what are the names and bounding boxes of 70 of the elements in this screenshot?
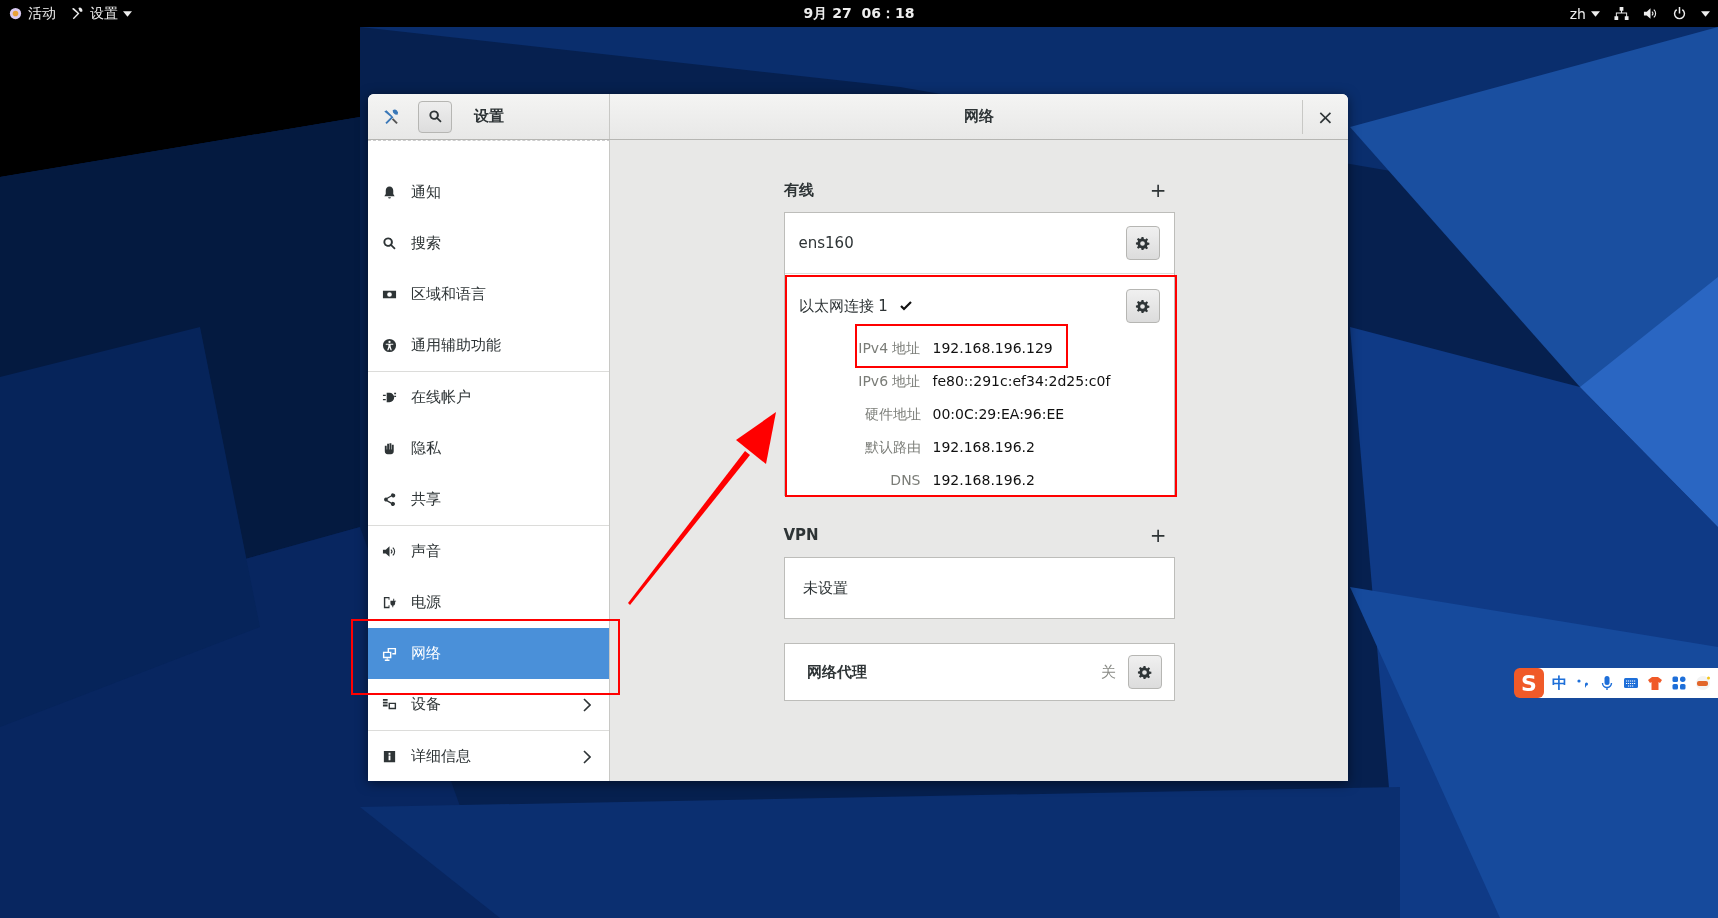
- caret-icon: [123, 10, 132, 17]
- monitors-icon: [382, 646, 397, 661]
- sidebar-item[interactable]: 搜索: [368, 218, 609, 269]
- detail-value: 00:0C:29:EA:96:EE: [932, 405, 1066, 424]
- sidebar-title: 设置: [474, 107, 504, 126]
- sidebar-item[interactable]: 在线帐户: [368, 372, 609, 423]
- app-icon: [8, 6, 23, 21]
- detail-value: 192.168.196.129: [932, 339, 1054, 358]
- settings-button[interactable]: [1127, 655, 1162, 689]
- connector-icon: [382, 390, 397, 405]
- sidebar-item[interactable]: 详细信息: [368, 731, 609, 781]
- sidebar-item[interactable]: 共享: [368, 474, 609, 525]
- sidebar-item[interactable]: 电源: [368, 577, 609, 628]
- detail-value: 192.168.196.2: [932, 438, 1036, 457]
- sidebar-item[interactable]: 区域和语言: [368, 269, 609, 320]
- connection-name: 以太网连接 1: [798, 296, 888, 316]
- gear-icon: [1135, 235, 1150, 251]
- add-button[interactable]: +: [1141, 180, 1175, 200]
- shirt-icon[interactable]: [1647, 675, 1663, 691]
- settings-button[interactable]: [1125, 226, 1160, 260]
- grid-icon[interactable]: [1671, 675, 1687, 691]
- clock[interactable]: 9月 27 06：18: [803, 4, 915, 23]
- accessibility-icon: [382, 338, 397, 353]
- power-icon[interactable]: [1672, 6, 1687, 21]
- sidebar-item[interactable]: 设备: [368, 679, 609, 730]
- network-icon[interactable]: [1614, 6, 1629, 21]
- gear-icon: [1135, 298, 1150, 314]
- app-menu[interactable]: 设置: [70, 4, 132, 23]
- empty-message: 未设置: [802, 578, 848, 598]
- section-heading: VPN: [783, 526, 819, 544]
- microphone-icon[interactable]: [1599, 675, 1615, 691]
- detail-label: DNS: [889, 471, 921, 490]
- add-button[interactable]: +: [1141, 525, 1175, 545]
- settings-button[interactable]: [1125, 289, 1160, 323]
- input-mode[interactable]: 中: [1552, 673, 1567, 693]
- sidebar-item[interactable]: 隐私: [368, 423, 609, 474]
- info-icon: [382, 749, 397, 764]
- proxy-status: 关: [1100, 662, 1116, 682]
- share-icon: [382, 492, 397, 507]
- sidebar-item[interactable]: 声音: [368, 526, 609, 577]
- activities-button[interactable]: 活动: [8, 4, 56, 23]
- language-menu[interactable]: zh: [1569, 5, 1600, 22]
- volume-icon[interactable]: [1643, 6, 1658, 21]
- detail-label: IPv6 地址: [857, 372, 921, 391]
- speaker-icon: [382, 544, 397, 559]
- detail-value: 192.168.196.2: [932, 471, 1036, 490]
- search-icon: [427, 109, 443, 124]
- sidebar-item[interactable]: 通用辅助功能: [368, 320, 609, 371]
- hand-icon: [382, 441, 397, 456]
- bell-icon: [382, 185, 397, 200]
- caret-icon: [1591, 10, 1600, 17]
- detail-value: fe80::291c:ef34:2d25:c0f: [932, 372, 1112, 391]
- detail-label: 默认路由: [863, 438, 921, 457]
- keyboard-icon[interactable]: [1623, 675, 1639, 691]
- detail-label: 硬件地址: [863, 405, 921, 424]
- sidebar-item[interactable]: 通知: [368, 167, 609, 218]
- close-button[interactable]: ×: [1302, 100, 1348, 134]
- device-name: ens160: [798, 234, 854, 252]
- window-title: 网络: [964, 107, 994, 126]
- gear-icon: [1137, 664, 1152, 680]
- caret-icon[interactable]: [1701, 10, 1710, 17]
- devices-icon: [382, 697, 397, 712]
- search-button[interactable]: [418, 100, 452, 133]
- plug-icon: [382, 595, 397, 610]
- search-icon: [382, 236, 397, 251]
- tools-icon: [382, 107, 400, 126]
- proxy-label: 网络代理: [806, 662, 867, 682]
- detail-label: IPv4 地址: [857, 339, 921, 358]
- section-heading: 有线: [783, 180, 814, 200]
- tools-icon: [70, 6, 85, 21]
